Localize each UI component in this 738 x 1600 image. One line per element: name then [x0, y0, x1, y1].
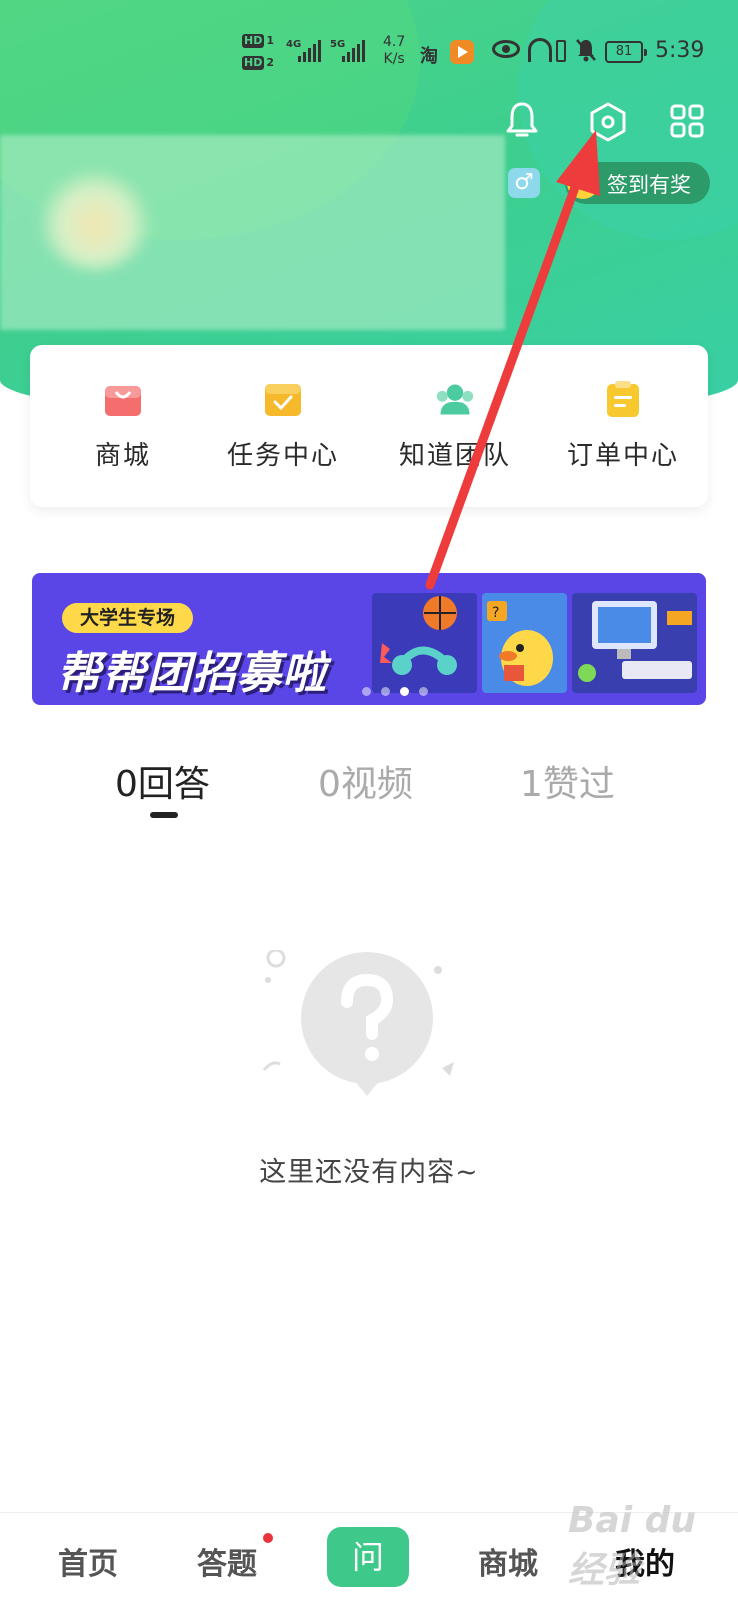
eye-comfort-icon	[492, 40, 520, 58]
baidu-jingyan-watermark: Bai du 经验	[568, 1500, 697, 1591]
calendar-check-icon	[265, 384, 301, 416]
signal-bars-2-icon	[342, 40, 365, 62]
bell-icon[interactable]	[505, 100, 539, 140]
coin-icon	[567, 167, 599, 199]
headphones-icon	[528, 38, 552, 62]
settings-icon[interactable]	[588, 102, 628, 142]
signal-bars-1-icon	[298, 40, 321, 62]
signin-reward-button[interactable]: 签到有奖	[565, 162, 710, 204]
network-speed: 4.7 K/s	[383, 34, 406, 67]
team-icon	[436, 384, 474, 415]
banner-headline: 帮帮团招募啦	[57, 648, 327, 699]
battery-indicator: 81	[605, 41, 647, 63]
quick-menu-label: 商城	[94, 441, 151, 471]
grid-icon[interactable]	[670, 104, 704, 138]
avatar[interactable]	[40, 170, 150, 270]
nav-shop[interactable]: 商城	[478, 1539, 538, 1583]
banner-tag: 大学生专场	[62, 603, 194, 633]
quick-menu-label: 任务中心	[226, 441, 339, 471]
clipboard-icon	[607, 381, 639, 417]
taobao-notification-icon: 淘	[420, 46, 438, 67]
empty-state-text: 这里还没有内容~	[259, 1157, 479, 1188]
video-app-notification-icon	[450, 40, 474, 64]
banner-art-computer	[572, 593, 697, 693]
quick-menu-task-center[interactable]: 任务中心	[198, 345, 368, 507]
male-gender-icon: ♂	[508, 168, 540, 198]
tab-liked[interactable]: 1赞过	[520, 755, 615, 807]
quick-menu-card: 商城 任务中心 知道团队 订单中心	[30, 345, 708, 507]
profile-info-blurred[interactable]	[0, 135, 505, 330]
tab-videos[interactable]: 0视频	[318, 755, 413, 807]
device-battery-icon	[556, 40, 566, 62]
quick-menu-shop[interactable]: 商城	[38, 345, 208, 507]
banner-art-basketball	[372, 593, 477, 693]
shop-bag-icon	[105, 386, 141, 416]
hd-indicator-1: HD 1	[242, 34, 274, 48]
svg-text:?: ?	[492, 605, 499, 621]
status-bar: HD 1 HD 2 4G 5G 4.7 K/s 淘 81 5:39	[0, 30, 738, 80]
ask-question-button[interactable]: 问	[327, 1527, 409, 1587]
hd-indicator-2: HD 2	[242, 56, 274, 70]
nav-home[interactable]: 首页	[58, 1539, 118, 1583]
quick-menu-team[interactable]: 知道团队	[370, 345, 540, 507]
banner-art-duck: ?	[482, 593, 567, 693]
banner-pagination	[362, 687, 428, 696]
nav-answer[interactable]: 答题	[197, 1539, 257, 1583]
status-time: 5:39	[655, 38, 705, 63]
quick-menu-label: 知道团队	[398, 441, 511, 471]
signin-reward-label: 签到有奖	[607, 173, 691, 197]
quick-menu-label: 订单中心	[566, 441, 679, 471]
tab-active-indicator	[150, 812, 178, 818]
question-bubble-icon	[262, 948, 472, 1120]
notification-dot	[263, 1533, 273, 1543]
bell-muted-icon	[575, 38, 597, 68]
quick-menu-order-center[interactable]: 订单中心	[538, 345, 708, 507]
promo-banner[interactable]: 大学生专场 帮帮团招募啦 ?	[32, 573, 706, 705]
tab-answers[interactable]: 0回答	[115, 755, 210, 807]
